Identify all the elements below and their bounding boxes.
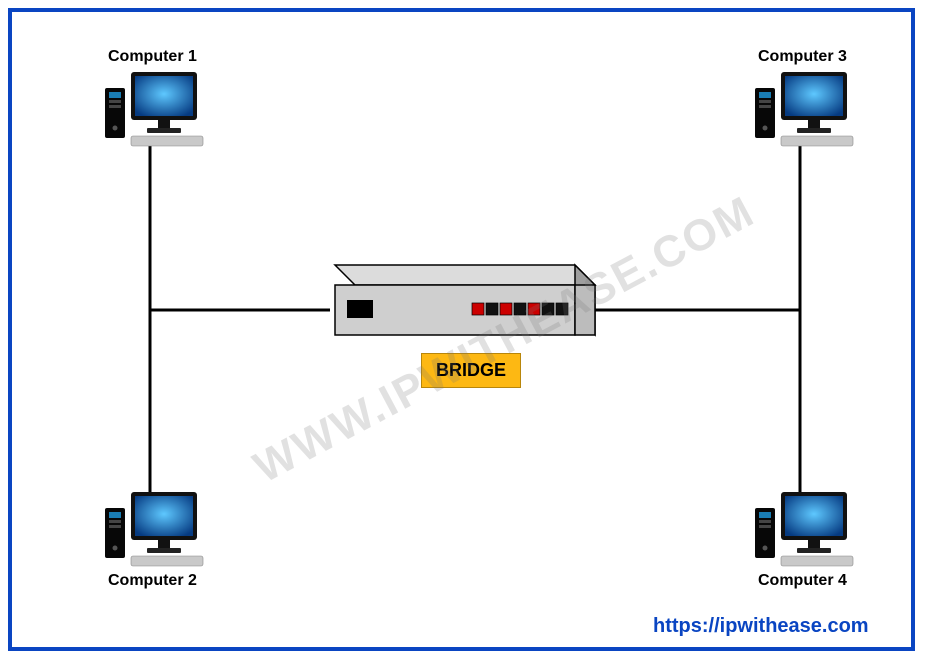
computer-3-label: Computer 3 xyxy=(758,48,847,66)
bridge-label: BRIDGE xyxy=(421,353,521,388)
computer-1-label: Computer 1 xyxy=(108,48,197,66)
source-url: https://ipwithease.com xyxy=(653,615,869,638)
computer-2-label: Computer 2 xyxy=(108,572,197,590)
computer-4-label: Computer 4 xyxy=(758,572,847,590)
